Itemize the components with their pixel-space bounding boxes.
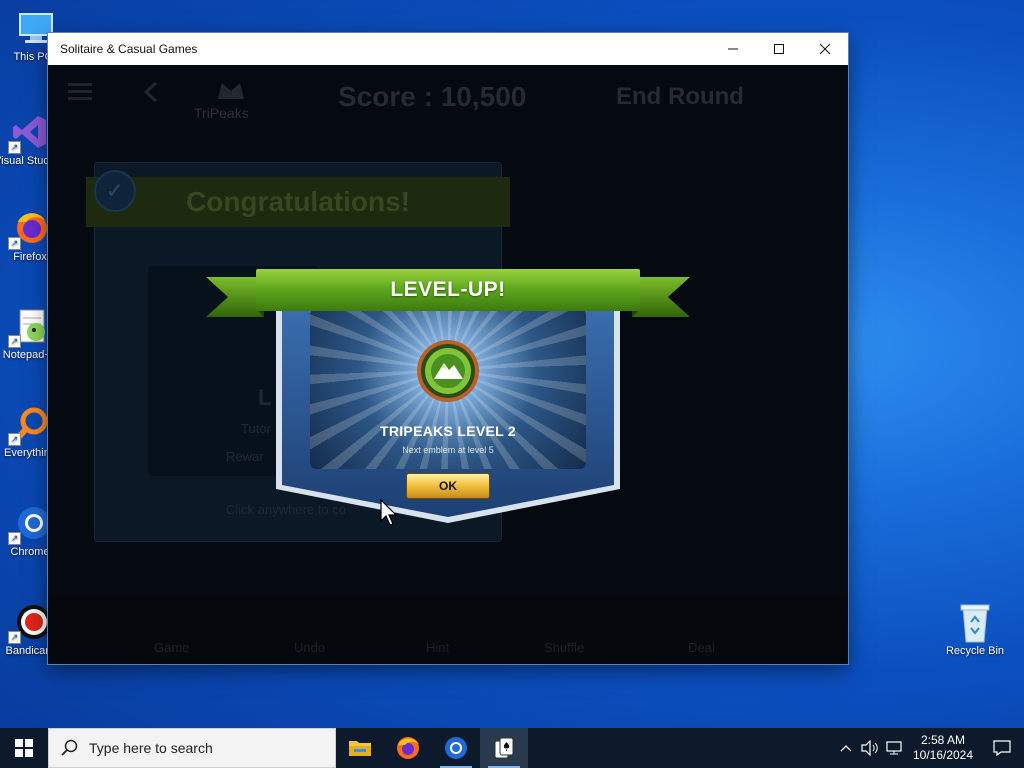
close-button[interactable] <box>802 33 848 65</box>
chrome-icon <box>445 737 467 759</box>
shortcut-arrow-icon: ↗ <box>8 433 21 446</box>
magnifier-icon: ↗ <box>8 404 50 446</box>
shortcut-arrow-icon: ↗ <box>8 532 21 545</box>
clock-time: 2:58 AM <box>920 733 966 747</box>
network-button[interactable] <box>882 728 906 768</box>
next-emblem-note: Next emblem at level 5 <box>402 445 494 455</box>
folder-icon <box>349 741 371 756</box>
firefox-icon <box>397 737 419 759</box>
shortcut-arrow-icon: ↗ <box>8 237 21 250</box>
network-icon <box>886 741 902 755</box>
bottom-game-button: Game <box>154 640 190 655</box>
windows-logo-icon <box>15 739 33 757</box>
taskbar-clock[interactable]: 2:58 AM 10/16/2024 <box>906 733 980 763</box>
firefox-icon: ↗ <box>8 208 50 250</box>
recycle-bin-icon <box>955 602 995 643</box>
panel-text-rewards: Rewar <box>226 449 264 464</box>
solitaire-window: Solitaire & Casual Games TriPeaks Score … <box>48 33 848 664</box>
shortcut-arrow-icon: ↗ <box>8 141 21 154</box>
game-mode-label: TriPeaks <box>194 105 249 121</box>
game-header: TriPeaks Score : 10,500 End Round <box>48 65 848 131</box>
mouse-cursor-icon <box>380 499 398 526</box>
game-bottom-bar: Game Undo Hint Shuffle Deal <box>48 594 848 664</box>
notification-icon <box>993 740 1011 756</box>
bandicam-icon: ↗ <box>8 602 51 644</box>
level-up-panel: TRIPEAKS LEVEL 2 Next emblem at level 5 <box>310 309 586 469</box>
taskbar-solitaire[interactable] <box>480 728 528 768</box>
level-name: TRIPEAKS LEVEL 2 <box>379 423 516 439</box>
maximize-icon <box>774 44 784 54</box>
show-hidden-icons-button[interactable] <box>834 728 858 768</box>
title-bar[interactable]: Solitaire & Casual Games <box>48 33 848 65</box>
chevron-up-icon <box>840 745 852 752</box>
clock-date: 10/16/2024 <box>912 748 974 762</box>
taskbar-file-explorer[interactable] <box>336 728 384 768</box>
ok-button[interactable]: OK <box>406 473 490 499</box>
panel-text-level: L <box>258 385 272 410</box>
mountain-icon <box>417 340 479 402</box>
action-center-button[interactable] <box>980 728 1024 768</box>
taskbar-firefox[interactable] <box>384 728 432 768</box>
level-up-dialog: TRIPEAKS LEVEL 2 Next emblem at level 5 … <box>274 303 622 525</box>
congrats-title: Congratulations! <box>86 177 510 227</box>
window-title: Solitaire & Casual Games <box>60 42 198 56</box>
panel-text-tutorial: Tutor <box>241 421 271 436</box>
notepad-plus-plus-icon: ↗ <box>8 306 50 348</box>
desktop-icon-label: Recycle Bin <box>945 645 1005 657</box>
search-icon <box>61 739 78 756</box>
checkmark-badge-icon: ✓ <box>94 170 136 212</box>
minimize-icon <box>728 48 738 50</box>
speaker-icon <box>861 740 878 756</box>
visual-studio-icon: ↗ <box>8 112 50 154</box>
minimize-button[interactable] <box>710 33 756 65</box>
system-tray: 2:58 AM 10/16/2024 <box>834 728 1024 768</box>
solitaire-cards-icon <box>494 737 514 759</box>
game-area[interactable]: TriPeaks Score : 10,500 End Round Congra… <box>48 65 848 664</box>
taskbar-chrome[interactable] <box>432 728 480 768</box>
bottom-deal-button: Deal <box>688 640 715 655</box>
level-up-banner-text: LEVEL-UP! <box>390 278 506 301</box>
bottom-shuffle-button: Shuffle <box>544 640 585 655</box>
bottom-undo-button: Undo <box>294 640 326 655</box>
chrome-icon: ↗ <box>8 503 50 545</box>
volume-button[interactable] <box>858 728 882 768</box>
shortcut-arrow-icon: ↗ <box>8 631 21 644</box>
start-button[interactable] <box>0 728 48 768</box>
back-icon <box>143 81 158 103</box>
shortcut-arrow-icon: ↗ <box>8 335 21 348</box>
taskbar-search-box[interactable]: Type here to search <box>48 728 336 768</box>
crown-icon <box>218 83 244 99</box>
end-round-label: End Round <box>616 83 744 110</box>
bottom-hint-button: Hint <box>426 640 450 655</box>
score-label: Score : 10,500 <box>338 81 527 112</box>
desktop-icon-recycle-bin[interactable]: Recycle Bin <box>939 602 1011 657</box>
menu-icon <box>68 83 92 100</box>
search-placeholder: Type here to search <box>89 740 213 756</box>
taskbar: Type here to search 2:58 AM 10/16/2024 <box>0 728 1024 768</box>
close-icon <box>819 43 831 55</box>
maximize-button[interactable] <box>756 33 802 65</box>
